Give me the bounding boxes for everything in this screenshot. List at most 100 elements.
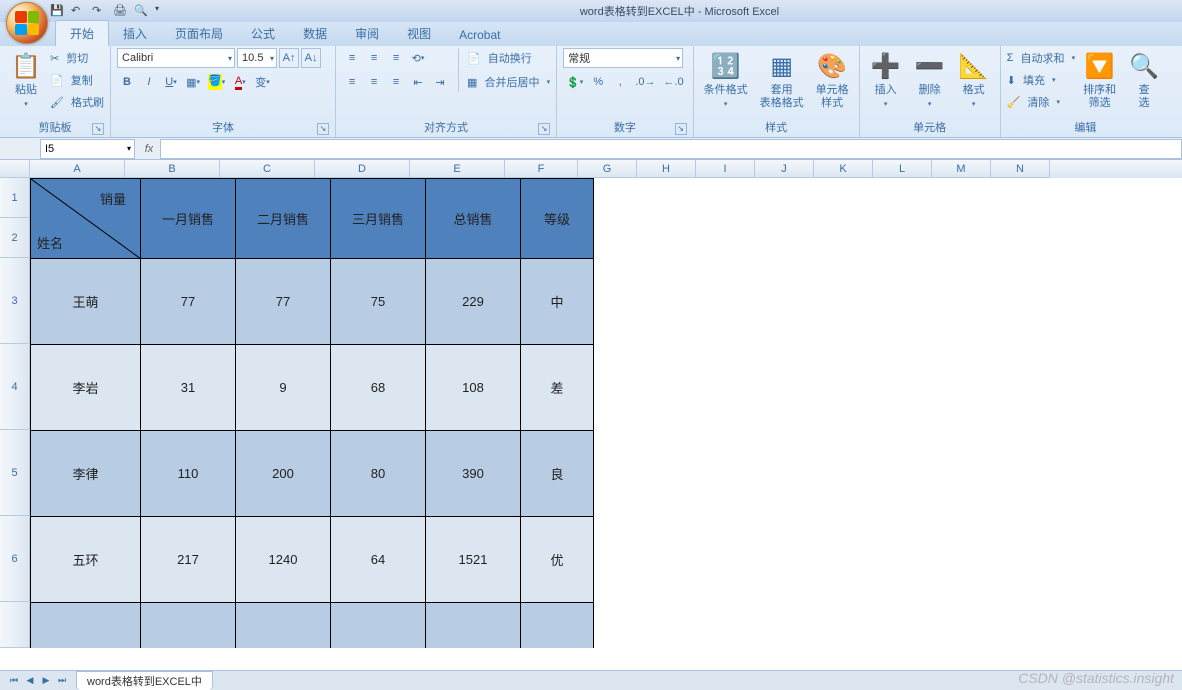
fill-color-button[interactable]: 🪣▾: [205, 72, 228, 92]
select-all-corner[interactable]: [0, 160, 30, 178]
col-header[interactable]: H: [637, 160, 696, 178]
clipboard-launcher[interactable]: ↘: [92, 123, 104, 135]
cell[interactable]: 1521: [426, 517, 521, 603]
tab-acrobat[interactable]: Acrobat: [445, 24, 514, 46]
autosum-button[interactable]: 自动求和: [1021, 50, 1065, 66]
fill-button[interactable]: 填充: [1023, 72, 1045, 88]
cell[interactable]: 110: [141, 431, 236, 517]
cell[interactable]: [31, 603, 141, 649]
tab-home[interactable]: 开始: [55, 20, 109, 46]
sheet-nav-next[interactable]: ▶: [38, 675, 54, 686]
underline-button[interactable]: U▾: [161, 72, 181, 92]
tab-review[interactable]: 审阅: [341, 21, 393, 46]
font-color-button[interactable]: A▾: [230, 72, 250, 92]
number-launcher[interactable]: ↘: [675, 123, 687, 135]
align-left-button[interactable]: ≡: [342, 72, 362, 92]
cell[interactable]: 77: [236, 259, 331, 345]
cell[interactable]: [141, 603, 236, 649]
cell[interactable]: 9: [236, 345, 331, 431]
font-name-combo[interactable]: Calibri: [117, 48, 235, 68]
col-header[interactable]: A: [30, 160, 125, 178]
font-launcher[interactable]: ↘: [317, 123, 329, 135]
row-header[interactable]: 6: [0, 516, 30, 602]
col-header[interactable]: K: [814, 160, 873, 178]
col-header[interactable]: N: [991, 160, 1050, 178]
align-top-button[interactable]: ≡: [342, 48, 362, 68]
cells-area[interactable]: 销量 姓名 一月销售 二月销售 三月销售 总销售 等级 王萌 77 77 75 …: [30, 178, 594, 648]
cell[interactable]: 108: [426, 345, 521, 431]
cell[interactable]: 李律: [31, 431, 141, 517]
table-header[interactable]: 总销售: [426, 179, 521, 259]
shrink-font-button[interactable]: A↓: [301, 48, 321, 68]
merge-button[interactable]: 合并后居中: [485, 74, 540, 90]
italic-button[interactable]: I: [139, 72, 159, 92]
col-header[interactable]: B: [125, 160, 220, 178]
col-header[interactable]: G: [578, 160, 637, 178]
cut-button[interactable]: 剪切: [66, 50, 88, 66]
table-header[interactable]: 三月销售: [331, 179, 426, 259]
cell[interactable]: [521, 603, 594, 649]
cell[interactable]: 五环: [31, 517, 141, 603]
cell[interactable]: 王萌: [31, 259, 141, 345]
cell-style-button[interactable]: 🎨单元格样式: [812, 48, 853, 112]
sort-filter-button[interactable]: 🔽排序和筛选: [1079, 48, 1120, 112]
cell[interactable]: 中: [521, 259, 594, 345]
row-header[interactable]: 2: [0, 218, 30, 258]
col-header[interactable]: J: [755, 160, 814, 178]
font-size-combo[interactable]: 10.5: [237, 48, 277, 68]
tab-data[interactable]: 数据: [289, 21, 341, 46]
dec-decimal-button[interactable]: ←.0: [660, 72, 686, 92]
delete-cells-button[interactable]: ➖删除▾: [910, 48, 950, 113]
redo-icon[interactable]: ↷: [92, 4, 106, 18]
number-format-combo[interactable]: 常规: [563, 48, 683, 68]
col-header[interactable]: L: [873, 160, 932, 178]
row-header[interactable]: 1: [0, 178, 30, 218]
cell[interactable]: 68: [331, 345, 426, 431]
align-center-button[interactable]: ≡: [364, 72, 384, 92]
inc-decimal-button[interactable]: .0→: [632, 72, 658, 92]
col-header[interactable]: C: [220, 160, 315, 178]
find-select-button[interactable]: 🔍查选: [1124, 48, 1164, 112]
align-bottom-button[interactable]: ≡: [386, 48, 406, 68]
indent-inc-button[interactable]: ⇥: [430, 72, 450, 92]
table-header[interactable]: 二月销售: [236, 179, 331, 259]
cond-format-button[interactable]: 🔢条件格式▾: [700, 48, 752, 113]
tab-view[interactable]: 视图: [393, 21, 445, 46]
col-header[interactable]: F: [505, 160, 578, 178]
row-header[interactable]: 4: [0, 344, 30, 430]
align-launcher[interactable]: ↘: [538, 123, 550, 135]
row-header[interactable]: 3: [0, 258, 30, 344]
comma-button[interactable]: ,: [610, 72, 630, 92]
tab-formulas[interactable]: 公式: [237, 21, 289, 46]
table-header[interactable]: 一月销售: [141, 179, 236, 259]
clear-button[interactable]: 清除: [1027, 94, 1049, 110]
office-button[interactable]: [6, 2, 48, 44]
col-header[interactable]: M: [932, 160, 991, 178]
sheet-nav-last[interactable]: ⏭: [54, 675, 70, 686]
orientation-button[interactable]: ⟲▾: [408, 48, 428, 68]
grow-font-button[interactable]: A↑: [279, 48, 299, 68]
cell[interactable]: 李岩: [31, 345, 141, 431]
cell[interactable]: 1240: [236, 517, 331, 603]
save-icon[interactable]: 💾: [50, 4, 64, 18]
percent-button[interactable]: %: [588, 72, 608, 92]
col-header[interactable]: E: [410, 160, 505, 178]
align-right-button[interactable]: ≡: [386, 72, 406, 92]
sheet-nav-first[interactable]: ⏮: [6, 675, 22, 686]
tab-insert[interactable]: 插入: [109, 21, 161, 46]
tab-page-layout[interactable]: 页面布局: [161, 21, 237, 46]
cell[interactable]: 64: [331, 517, 426, 603]
cell[interactable]: [331, 603, 426, 649]
cell[interactable]: 390: [426, 431, 521, 517]
table-format-button[interactable]: ▦套用表格格式: [756, 48, 808, 112]
cell[interactable]: 77: [141, 259, 236, 345]
cell[interactable]: [236, 603, 331, 649]
cell[interactable]: 优: [521, 517, 594, 603]
copy-button[interactable]: 复制: [71, 72, 93, 88]
cell[interactable]: 229: [426, 259, 521, 345]
sheet-nav-prev[interactable]: ◀: [22, 675, 38, 686]
paste-button[interactable]: 📋 粘贴▾: [6, 48, 46, 113]
qat-more-icon[interactable]: ▾: [155, 4, 169, 18]
cell[interactable]: 31: [141, 345, 236, 431]
align-middle-button[interactable]: ≡: [364, 48, 384, 68]
